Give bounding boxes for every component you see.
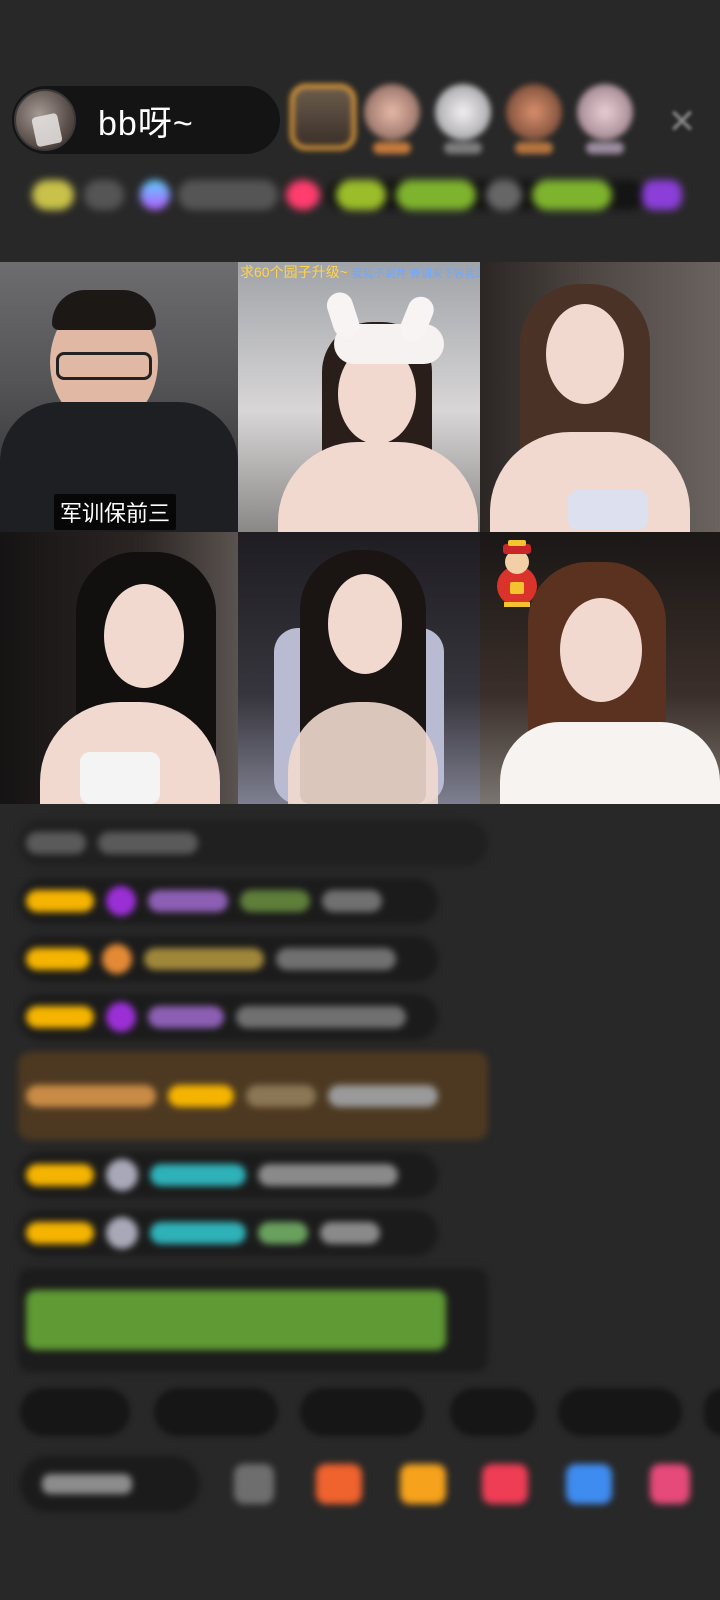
quick-reply-chip[interactable]: [558, 1388, 682, 1436]
top-viewer-avatar[interactable]: [503, 84, 565, 154]
guest-video-tile[interactable]: [480, 262, 720, 532]
top-viewer-avatar[interactable]: [432, 84, 494, 154]
chat-message-list[interactable]: [18, 820, 488, 1384]
guest-video-tile[interactable]: [480, 532, 720, 804]
chat-message[interactable]: [18, 1210, 438, 1256]
host-name: bb呀~: [98, 104, 194, 143]
quick-reply-chip[interactable]: [704, 1388, 720, 1436]
video-caption: 军训保前三: [54, 494, 177, 530]
live-room-screen: bb呀~ ✕ 军训保前三 求60个园子升级~ 我我不到井 脊调来下容我: [0, 0, 720, 1600]
gift-icon[interactable]: [400, 1464, 446, 1504]
multi-guest-video-grid: 军训保前三 求60个园子升级~ 我我不到井 脊调来下容我的无能: [0, 262, 720, 804]
quick-reply-chip[interactable]: [20, 1388, 130, 1436]
guest-video-tile[interactable]: 求60个园子升级~ 我我不到井 脊调来下容我的无能: [238, 262, 480, 532]
more-icon[interactable]: [650, 1464, 690, 1504]
room-info-strip[interactable]: [16, 172, 706, 218]
video-banner: 求60个园子升级~ 我我不到井 脊调来下容我的无能: [240, 262, 480, 282]
top-viewers-list: [290, 84, 645, 154]
bottom-action-bar: [20, 1456, 720, 1516]
chat-system-message: [18, 820, 488, 866]
close-icon[interactable]: ✕: [664, 104, 700, 140]
share-icon[interactable]: [566, 1464, 612, 1504]
guest-video-tile[interactable]: [238, 532, 480, 804]
host-avatar[interactable]: [14, 89, 76, 151]
chat-gift-message[interactable]: [18, 1052, 488, 1140]
chat-input[interactable]: [20, 1456, 200, 1512]
video-banner-sub: 我我不到井 脊调来下容我的无能: [351, 268, 480, 280]
quick-reply-chip[interactable]: [154, 1388, 278, 1436]
gift-box-icon[interactable]: [316, 1464, 362, 1504]
pk-icon[interactable]: [482, 1464, 528, 1504]
quick-reply-chip[interactable]: [450, 1388, 536, 1436]
chat-message[interactable]: [18, 994, 438, 1040]
top-viewer-avatar[interactable]: [361, 84, 423, 154]
top-viewer-avatar[interactable]: [290, 84, 356, 154]
emoji-icon[interactable]: [234, 1464, 274, 1504]
host-info-pill[interactable]: bb呀~: [12, 86, 280, 154]
video-banner-main: 求60个园子升级~: [240, 264, 348, 280]
quick-reply-chip[interactable]: [300, 1388, 424, 1436]
chat-message[interactable]: [18, 878, 438, 924]
quick-reply-bar: [20, 1388, 720, 1438]
chat-notice-message: [18, 1268, 488, 1372]
chat-message[interactable]: [18, 936, 438, 982]
guest-video-tile[interactable]: [0, 532, 238, 804]
chat-message[interactable]: [18, 1152, 438, 1198]
guest-video-tile[interactable]: 军训保前三: [0, 262, 238, 532]
top-viewer-avatar[interactable]: [574, 84, 636, 154]
